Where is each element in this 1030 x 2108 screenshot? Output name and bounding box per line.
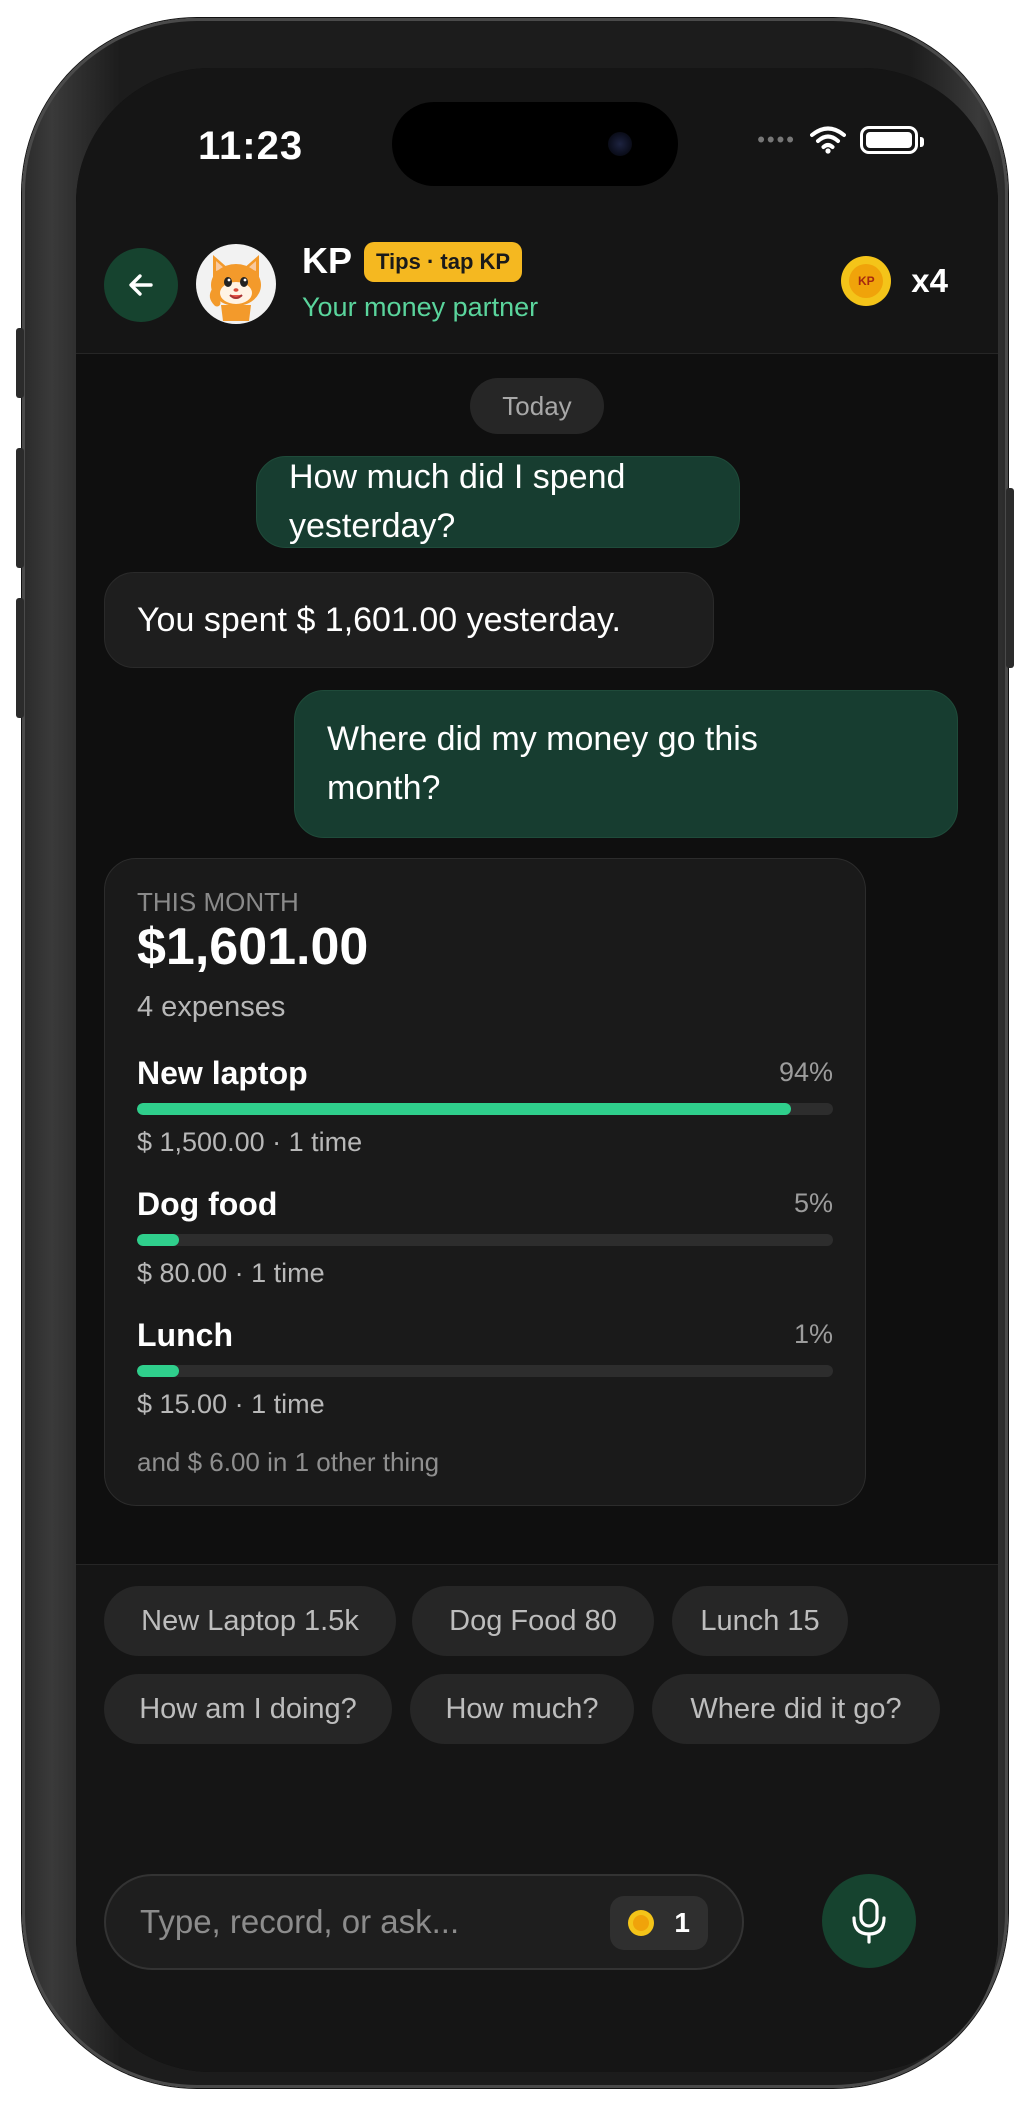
expense-bar-track: [137, 1234, 833, 1246]
status-time: 11:23: [198, 124, 304, 168]
expense-bar-track: [137, 1365, 833, 1377]
card-expense-count: 4 expenses: [137, 991, 286, 1023]
bot-message: You spent $ 1,601.00 yesterday.: [104, 572, 714, 668]
expense-percent: 94%: [778, 1057, 833, 1087]
kp-coin-icon: KP: [841, 256, 892, 306]
back-button[interactable]: [104, 248, 178, 322]
coin-count: x4: [911, 262, 948, 299]
wifi-icon: [810, 126, 846, 154]
app-screen: 11:23 •••• KP Tips · tap KP Your money p…: [76, 68, 998, 2072]
suggestion-chip-how-much[interactable]: How much?: [410, 1674, 634, 1744]
power-button: [1006, 488, 1014, 668]
dynamic-island: [392, 102, 678, 186]
date-divider: Today: [470, 378, 604, 434]
phone-frame: 11:23 •••• KP Tips · tap KP Your money p…: [16, 18, 1014, 2088]
kp-coin-icon: [628, 1910, 655, 1936]
card-other-summary: and $ 6.00 in 1 other thing: [137, 1447, 440, 1477]
expense-row: Lunch 1% $ 15.00 · 1 time: [137, 1317, 833, 1429]
expense-row: Dog food 5% $ 80.00 · 1 time: [137, 1186, 833, 1298]
assistant-name[interactable]: KP: [302, 240, 352, 282]
battery-icon: [860, 126, 924, 154]
action-button: [16, 328, 24, 398]
expense-detail: $ 80.00 · 1 time: [137, 1258, 325, 1288]
message-text: You spent $ 1,601.00 yesterday.: [137, 600, 621, 639]
card-total-amount: $1,601.00: [137, 918, 369, 976]
expense-bar-track: [137, 1103, 833, 1115]
volume-down-button: [16, 598, 24, 718]
message-text: How much did I spend yesterday?: [289, 458, 626, 545]
suggestion-chip-new-laptop[interactable]: New Laptop 1.5k: [104, 1586, 396, 1656]
expense-bar-fill: [137, 1234, 179, 1246]
coin-balance[interactable]: KP x4: [841, 256, 948, 306]
suggestion-chip-dog-food[interactable]: Dog Food 80: [412, 1586, 654, 1656]
mic-button[interactable]: [822, 1874, 916, 1968]
card-period-label: THIS MONTH: [137, 887, 299, 917]
user-message: Where did my money go this month?: [294, 690, 958, 838]
user-message: How much did I spend yesterday?: [256, 456, 740, 548]
tips-badge[interactable]: Tips · tap KP: [364, 242, 523, 282]
message-text: Where did my money go this month?: [327, 720, 758, 807]
suggestion-chip-lunch[interactable]: Lunch 15: [672, 1586, 848, 1656]
expense-name: New laptop: [137, 1055, 308, 1091]
arrow-left-icon: [129, 274, 153, 296]
expense-bar-fill: [137, 1365, 179, 1377]
expense-detail: $ 15.00 · 1 time: [137, 1389, 325, 1419]
credit-count: 1: [674, 1907, 690, 1938]
expense-percent: 1%: [793, 1319, 833, 1349]
expense-bar-fill: [137, 1103, 792, 1115]
status-icons: ••••: [757, 126, 924, 154]
expense-name: Dog food: [137, 1186, 278, 1222]
signal-icon: ••••: [757, 127, 796, 152]
message-input[interactable]: [140, 1876, 580, 1968]
avatar[interactable]: [196, 244, 276, 324]
expense-percent: 5%: [793, 1188, 833, 1218]
microphone-icon: [852, 1898, 886, 1944]
chat-header: KP Tips · tap KP Your money partner KP x…: [76, 218, 998, 354]
expense-detail: $ 1,500.00 · 1 time: [137, 1127, 363, 1157]
credit-badge[interactable]: 1: [610, 1896, 708, 1950]
volume-up-button: [16, 448, 24, 568]
status-bar: 11:23 ••••: [76, 68, 998, 218]
spending-summary-card: THIS MONTH $1,601.00 4 expenses New lapt…: [104, 858, 866, 1506]
expense-row: New laptop 94% $ 1,500.00 · 1 time: [137, 1055, 833, 1167]
cat-mascot-icon: [209, 255, 261, 321]
assistant-subtitle: Your money partner: [302, 292, 539, 322]
suggestion-chip-where-did-it-go[interactable]: Where did it go?: [652, 1674, 940, 1744]
suggestion-chip-how-am-i-doing[interactable]: How am I doing?: [104, 1674, 392, 1744]
expense-name: Lunch: [137, 1317, 233, 1353]
front-camera: [608, 132, 632, 156]
message-composer: 1: [104, 1874, 744, 1970]
